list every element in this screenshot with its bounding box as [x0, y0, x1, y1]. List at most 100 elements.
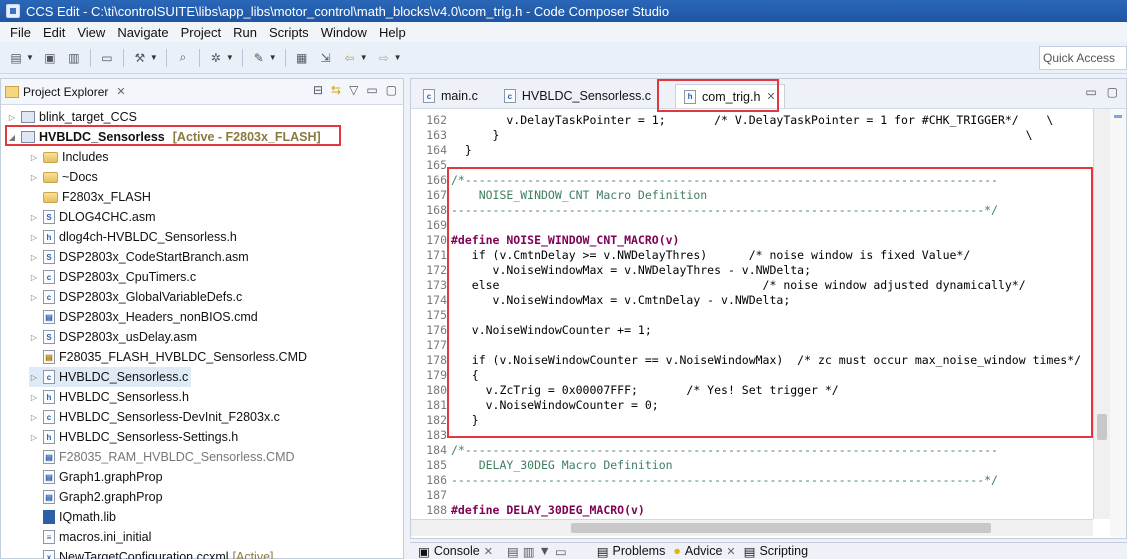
tree-item[interactable]: ▤ Graph1.graphProp: [29, 467, 163, 487]
expand-icon[interactable]: ▷: [29, 253, 39, 262]
open-console-icon[interactable]: ▼: [539, 544, 551, 558]
view-menu-icon[interactable]: ▽: [349, 83, 358, 97]
collapse-all-icon[interactable]: ⊟: [313, 83, 323, 97]
vertical-scrollbar[interactable]: [1093, 109, 1110, 519]
forward-dropdown-icon[interactable]: ▼: [394, 53, 402, 62]
tab-main-c[interactable]: c main.c: [415, 84, 486, 108]
menu-scripts[interactable]: Scripts: [263, 25, 315, 40]
tree-item[interactable]: ▷ h HVBLDC_Sensorless.h: [29, 387, 189, 407]
quick-access-input[interactable]: Quick Access: [1039, 46, 1127, 70]
minimize-icon[interactable]: ▭: [555, 544, 567, 559]
code-line[interactable]: 162 v.DelayTaskPointer = 1; /* V.DelayTa…: [411, 113, 1093, 128]
expand-icon[interactable]: ▷: [29, 153, 39, 162]
tree-item[interactable]: ▷ ~Docs: [29, 167, 98, 187]
tree-item-selected[interactable]: ▷ c HVBLDC_Sensorless.c: [29, 367, 191, 387]
flash-tool-icon[interactable]: ✎: [250, 49, 268, 67]
tree-item[interactable]: ≡ macros.ini_initial: [29, 527, 151, 547]
tree-item[interactable]: ▷ S DSP2803x_CodeStartBranch.asm: [29, 247, 249, 267]
tree-item[interactable]: ▷ blink_target_CCS: [7, 107, 137, 127]
expand-icon[interactable]: ▷: [29, 373, 39, 382]
flash-dropdown-icon[interactable]: ▼: [269, 53, 277, 62]
expand-icon[interactable]: ▷: [29, 173, 39, 182]
minimize-icon[interactable]: ▭: [366, 83, 377, 97]
tree-item[interactable]: ▷ S DSP2803x_usDelay.asm: [29, 327, 197, 347]
code-line[interactable]: 188 #define DELAY_30DEG_MACRO(v): [411, 503, 1093, 518]
link-editor-icon[interactable]: ⇆: [331, 83, 341, 97]
scrollbar-thumb[interactable]: [571, 523, 991, 533]
tree-item[interactable]: ▤ Graph2.graphProp: [29, 487, 163, 507]
tab-label: Console: [433, 544, 480, 558]
maximize-icon[interactable]: ▢: [386, 83, 397, 97]
tree-item[interactable]: IQmath.lib: [29, 507, 116, 527]
tab-project-explorer[interactable]: Project Explorer ✕: [5, 85, 126, 99]
console-view-icon[interactable]: ▦: [293, 49, 311, 67]
maximize-icon[interactable]: ▢: [1107, 85, 1118, 99]
tree-item[interactable]: F2803x_FLASH: [29, 187, 151, 207]
tab-problems[interactable]: ▤ Problems: [597, 544, 666, 559]
scrollbar-thumb[interactable]: [1097, 414, 1107, 440]
menu-window[interactable]: Window: [315, 25, 373, 40]
back-arrow-icon[interactable]: ⇦: [341, 49, 359, 67]
expand-icon[interactable]: ▷: [29, 273, 39, 282]
save-all-icon[interactable]: ▥: [65, 49, 83, 67]
menu-navigate[interactable]: Navigate: [111, 25, 174, 40]
expand-icon[interactable]: ▷: [29, 393, 39, 402]
tree-item[interactable]: ▷ c HVBLDC_Sensorless-DevInit_F2803x.c: [29, 407, 280, 427]
build-hammer-icon[interactable]: ⚒: [131, 49, 149, 67]
expand-icon[interactable]: ▷: [7, 113, 17, 122]
display-console-icon[interactable]: ▤: [507, 544, 519, 559]
expand-icon[interactable]: ▷: [29, 433, 39, 442]
code-line[interactable]: 163 } \: [411, 128, 1093, 143]
menu-run[interactable]: Run: [227, 25, 263, 40]
line-number: 170: [426, 233, 447, 247]
tree-item[interactable]: ▷ c DSP2803x_GlobalVariableDefs.c: [29, 287, 242, 307]
tree-item[interactable]: ▷ S DLOG4CHC.asm: [29, 207, 156, 227]
close-icon[interactable]: ✕: [484, 545, 493, 558]
expand-icon[interactable]: ▷: [29, 413, 39, 422]
menu-help[interactable]: Help: [373, 25, 412, 40]
tab-console[interactable]: ▣ Console ✕: [418, 544, 493, 559]
tree-item[interactable]: ▷ h dlog4ch-HVBLDC_Sensorless.h: [29, 227, 237, 247]
new-icon[interactable]: ▤: [7, 49, 25, 67]
tree-item[interactable]: ▤ F28035_RAM_HVBLDC_Sensorless.CMD: [29, 447, 295, 467]
code-line[interactable]: 164 }: [411, 143, 1093, 158]
menu-edit[interactable]: Edit: [37, 25, 71, 40]
menu-file[interactable]: File: [4, 25, 37, 40]
code-line[interactable]: 186 -------------------------------------…: [411, 473, 1093, 488]
tree-item[interactable]: ▤ F28035_FLASH_HVBLDC_Sensorless.CMD: [29, 347, 307, 367]
code-line[interactable]: 187: [411, 488, 1093, 503]
tree-item[interactable]: ▷ h HVBLDC_Sensorless-Settings.h: [29, 427, 238, 447]
build-dropdown-icon[interactable]: ▼: [150, 53, 158, 62]
menu-view[interactable]: View: [71, 25, 111, 40]
tree-item[interactable]: ▷ Includes: [29, 147, 109, 167]
tree-item-label: DSP2803x_Headers_nonBIOS.cmd: [59, 310, 258, 324]
expand-icon[interactable]: ▷: [29, 213, 39, 222]
back-dropdown-icon[interactable]: ▼: [360, 53, 368, 62]
overview-mark[interactable]: [1114, 115, 1122, 118]
expand-icon[interactable]: ▷: [29, 233, 39, 242]
forward-nav-icon[interactable]: ⇲: [317, 49, 335, 67]
tree-item[interactable]: ▷ c DSP2803x_CpuTimers.c: [29, 267, 196, 287]
close-icon[interactable]: ✕: [726, 545, 735, 558]
pin-console-icon[interactable]: ▥: [523, 544, 535, 559]
expand-icon[interactable]: ▷: [29, 333, 39, 342]
debug-bug-icon[interactable]: ✲: [207, 49, 225, 67]
tab-advice[interactable]: ● Advice ✕: [673, 544, 735, 558]
expand-icon[interactable]: ▷: [29, 293, 39, 302]
menu-project[interactable]: Project: [175, 25, 227, 40]
close-icon[interactable]: ✕: [116, 85, 125, 98]
debug-dropdown-icon[interactable]: ▼: [226, 53, 234, 62]
code-line[interactable]: 185 DELAY_30DEG Macro Definition: [411, 458, 1093, 473]
search-icon[interactable]: ⌕: [174, 49, 192, 67]
new-dropdown-icon[interactable]: ▼: [26, 53, 34, 62]
minimize-icon[interactable]: ▭: [1085, 85, 1096, 99]
tree-item[interactable]: x NewTargetConfiguration.ccxml [Active]: [29, 547, 274, 559]
tab-hvbldc-sensorless-c[interactable]: c HVBLDC_Sensorless.c: [496, 84, 659, 108]
save-icon[interactable]: ▣: [41, 49, 59, 67]
code-line[interactable]: 184 /*-----------------------------------…: [411, 443, 1093, 458]
tab-scripting[interactable]: ▤ Scripting: [744, 544, 808, 559]
forward-arrow-icon[interactable]: ⇨: [375, 49, 393, 67]
horizontal-scrollbar[interactable]: [411, 519, 1093, 536]
terminal-icon[interactable]: ▭: [98, 49, 116, 67]
tree-item[interactable]: ▤ DSP2803x_Headers_nonBIOS.cmd: [29, 307, 258, 327]
